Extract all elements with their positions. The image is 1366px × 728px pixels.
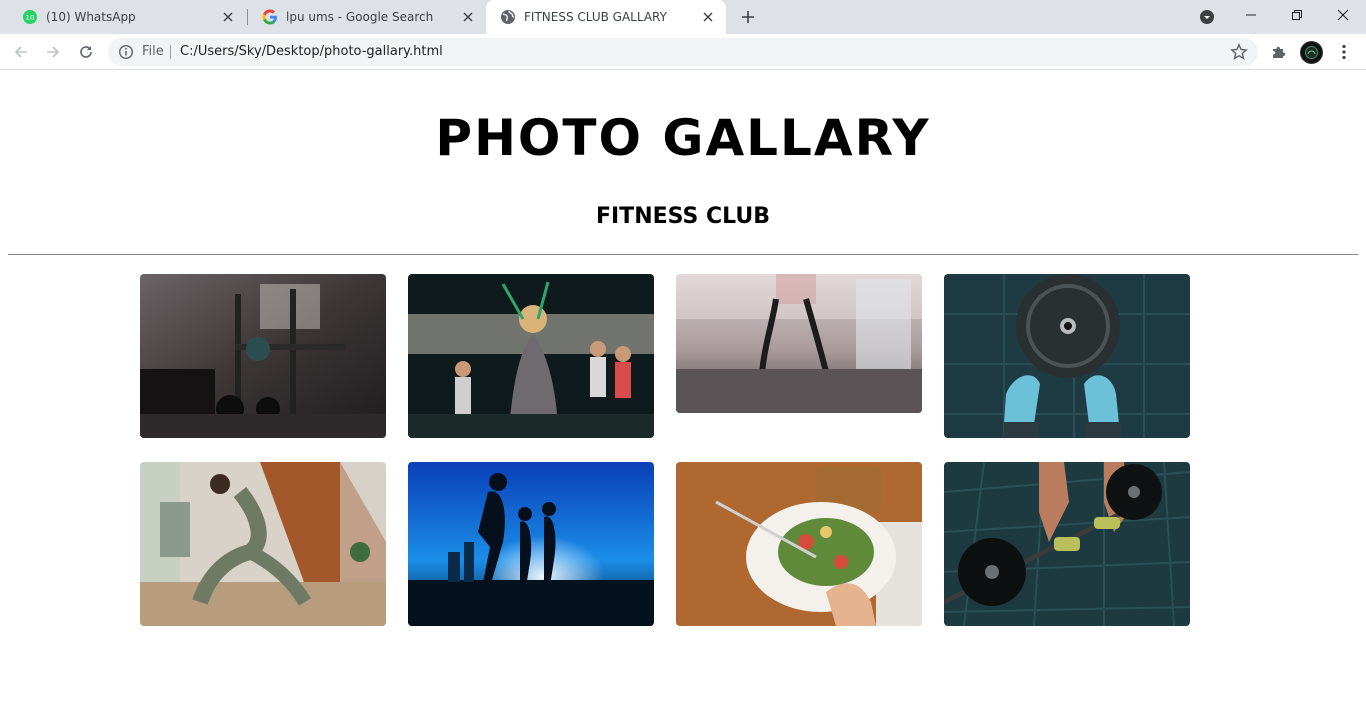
chevron-down-icon: [1200, 10, 1214, 24]
tab-title: FITNESS CLUB GALLARY: [524, 10, 667, 24]
address-bar[interactable]: File C:/Users/Sky/Desktop/photo-gallary.…: [108, 38, 1258, 66]
back-button[interactable]: [9, 40, 33, 64]
gallery-photo-weight-plate[interactable]: [944, 274, 1190, 438]
star-icon[interactable]: [1230, 43, 1248, 61]
whatsapp-badge: 10: [26, 14, 35, 22]
browser-toolbar: File C:/Users/Sky/Desktop/photo-gallary.…: [0, 34, 1366, 70]
tab-google-search[interactable]: lpu ums - Google Search: [248, 0, 486, 34]
info-icon[interactable]: [118, 44, 134, 60]
gallery-photo-gym-equipment[interactable]: [140, 274, 386, 438]
close-icon[interactable]: [460, 9, 476, 25]
kebab-menu-icon: [1342, 44, 1346, 60]
address-divider: [170, 45, 171, 59]
page-content: PHOTO GALLARY FITNESS CLUB: [0, 71, 1366, 728]
tab-strip: 10 (10) WhatsApp lpu ums - Google Search…: [0, 0, 1366, 34]
close-window-button[interactable]: [1320, 0, 1366, 30]
gallery-photo-battle-ropes[interactable]: [676, 274, 922, 413]
gallery-photo-salad[interactable]: [676, 462, 922, 626]
reload-button[interactable]: [74, 40, 98, 64]
plus-icon: [742, 11, 754, 23]
minimize-button[interactable]: [1228, 0, 1274, 30]
extensions-button[interactable]: [1269, 42, 1289, 62]
back-arrow-icon: [14, 46, 27, 58]
url-text[interactable]: C:/Users/Sky/Desktop/photo-gallary.html: [180, 44, 443, 59]
close-icon: [1337, 9, 1349, 21]
gallery-photo-barbell[interactable]: [944, 462, 1190, 626]
tab-fitness-gallery[interactable]: FITNESS CLUB GALLARY: [486, 0, 726, 34]
profile-icon: [1305, 46, 1318, 59]
scheme-label: File: [142, 44, 164, 59]
minimize-icon: [1246, 14, 1256, 16]
gallery-photo-resistance-class[interactable]: [408, 274, 654, 438]
tab-title: lpu ums - Google Search: [286, 10, 434, 24]
avatar[interactable]: [1300, 41, 1323, 64]
close-icon[interactable]: [700, 9, 716, 25]
forward-button[interactable]: [41, 40, 65, 64]
restore-button[interactable]: [1274, 0, 1320, 30]
new-tab-button[interactable]: [736, 5, 760, 29]
whatsapp-icon: 10: [22, 9, 38, 25]
menu-button[interactable]: [1334, 42, 1354, 62]
close-icon[interactable]: [220, 9, 236, 25]
restore-icon: [1292, 10, 1302, 20]
tab-search-button[interactable]: [1197, 7, 1217, 27]
page-subtitle: FITNESS CLUB: [595, 204, 771, 229]
google-icon: [262, 9, 278, 25]
horizontal-divider: [8, 254, 1358, 255]
tab-title: (10) WhatsApp: [46, 10, 136, 24]
globe-icon: [500, 9, 516, 25]
gallery-photo-yoga[interactable]: [140, 462, 386, 626]
forward-arrow-icon: [47, 46, 60, 58]
reload-icon: [80, 46, 92, 58]
gallery-photo-runners[interactable]: [408, 462, 654, 626]
page-title: PHOTO GALLARY: [435, 109, 931, 167]
puzzle-icon: [1273, 46, 1286, 58]
tab-whatsapp[interactable]: 10 (10) WhatsApp: [8, 0, 246, 34]
